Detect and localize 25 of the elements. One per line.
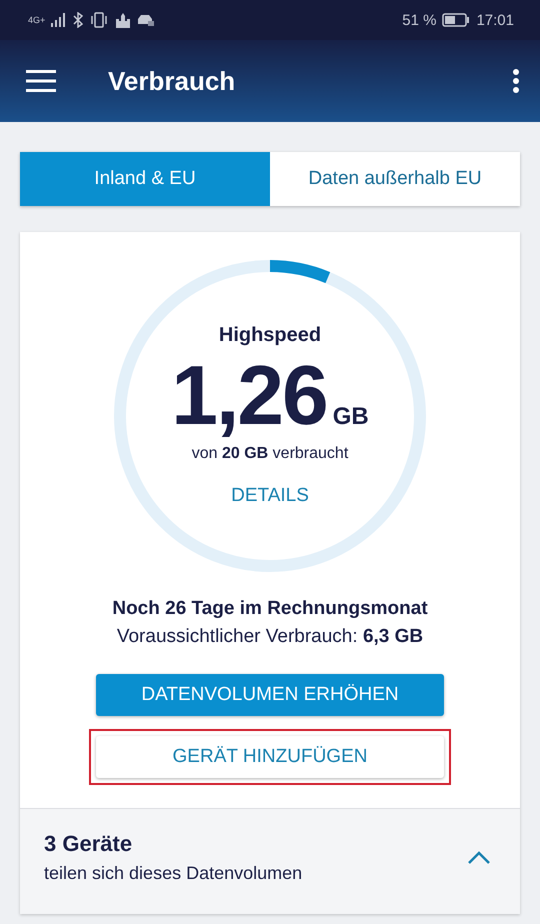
devices-title: 3 Geräte [44, 831, 134, 857]
battery-icon [442, 13, 470, 27]
chevron-up-icon[interactable] [468, 850, 490, 864]
vibrate-icon [89, 12, 110, 28]
menu-icon[interactable] [26, 70, 56, 92]
signal-icon [51, 13, 68, 27]
devices-subtitle: teilen sich dieses Datenvolumen [44, 863, 304, 884]
forecast-text: Voraussichtlicher Verbrauch: 6,3 GB [116, 626, 424, 648]
screen-title: Verbrauch [108, 66, 236, 96]
tab[interactable]: Daten außerhalb EU [270, 152, 520, 206]
network-label: 4G+ [28, 15, 46, 25]
tab[interactable]: Inland & EU [20, 152, 270, 206]
remaining-days: Noch 26 Tage im Rechnungsmonat [112, 598, 428, 620]
usage-unit: GB [332, 403, 369, 431]
details-link[interactable]: DETAILS [231, 485, 309, 507]
bluetooth-icon [73, 12, 84, 28]
action-button[interactable]: DATENVOLUMEN ERHÖHEN [96, 674, 444, 716]
usage-caption: Highspeed [218, 324, 322, 347]
more-options-icon[interactable] [512, 68, 520, 94]
battery-percent: 51 % [402, 12, 436, 28]
usage-subtitle: von 20 GB verbraucht [192, 445, 348, 463]
action-button[interactable]: GERÄT HINZUFÜGEN [96, 736, 444, 778]
usage-amount: 1,26 [171, 353, 327, 437]
clock: 17:01 [476, 12, 514, 28]
castle-icon [115, 12, 132, 28]
